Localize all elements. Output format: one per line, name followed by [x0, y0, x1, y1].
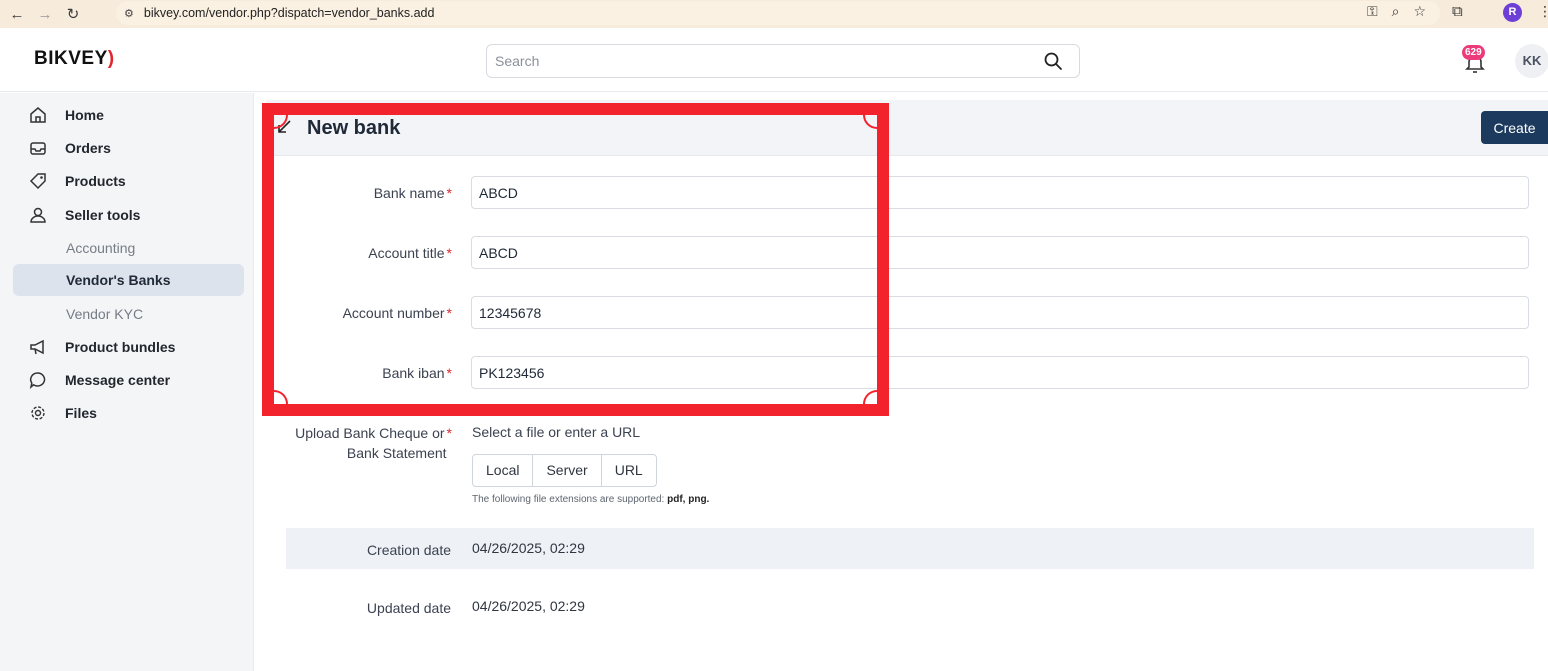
browser-toolbar: ← → ↻ ⚙ bikvey.com/vendor.php?dispatch=v…: [0, 0, 1548, 28]
home-icon: [29, 106, 51, 124]
zoom-icon[interactable]: ⌕: [1392, 3, 1400, 20]
sidebar-item-accounting[interactable]: Accounting: [13, 232, 244, 264]
sidebar-item-orders[interactable]: Orders: [13, 133, 244, 163]
search-input[interactable]: [487, 45, 1027, 77]
sidebar-item-label: Files: [65, 405, 97, 421]
annotation-corner: [274, 390, 288, 404]
bookmark-star-icon[interactable]: ☆: [1413, 3, 1426, 20]
sidebar-item-label: Product bundles: [65, 339, 176, 355]
logo[interactable]: BIKVEY): [34, 48, 115, 70]
sidebar-item-vendor-kyc[interactable]: Vendor KYC: [13, 298, 244, 330]
sidebar-item-seller-tools[interactable]: Seller tools: [13, 200, 244, 230]
upload-label: Upload Bank Cheque or* Bank Statement*: [295, 425, 452, 461]
user-icon: [29, 206, 51, 224]
extensions-icon[interactable]: ⧉: [1452, 3, 1463, 20]
sidebar-item-label: Seller tools: [65, 207, 141, 223]
reload-icon[interactable]: ↻: [62, 5, 84, 23]
search-box: [486, 44, 1080, 78]
upload-source-group: Local Server URL: [472, 454, 657, 487]
chat-icon: [29, 371, 51, 389]
sidebar-item-message-center[interactable]: Message center: [13, 365, 244, 395]
password-key-icon[interactable]: ⚿: [1367, 3, 1378, 20]
updated-date-value: 04/26/2025, 02:29: [472, 598, 585, 614]
sidebar-item-label: Orders: [65, 140, 111, 156]
highlight-annotation: [262, 103, 889, 416]
creation-date-value: 04/26/2025, 02:29: [472, 540, 585, 556]
gear-icon: [29, 404, 51, 422]
file-extensions-note: The following file extensions are suppor…: [472, 494, 710, 505]
sidebar-item-vendors-banks[interactable]: Vendor's Banks: [13, 264, 244, 296]
create-button[interactable]: Create: [1481, 111, 1548, 144]
upload-server-button[interactable]: Server: [533, 455, 602, 486]
browser-menu-icon[interactable]: ⋮: [1538, 3, 1548, 20]
search-icon[interactable]: [1043, 51, 1063, 71]
sidebar-item-label: Message center: [65, 372, 171, 388]
inbox-icon: [29, 139, 51, 157]
forward-arrow-icon[interactable]: →: [34, 6, 56, 23]
sidebar-item-label: Products: [65, 173, 126, 189]
notification-badge: 629: [1462, 45, 1485, 60]
sidebar-item-home[interactable]: Home: [13, 100, 244, 130]
upload-url-button[interactable]: URL: [602, 455, 656, 486]
tag-icon: [29, 172, 51, 190]
app-header: BIKVEY) 629 KK: [0, 28, 1548, 92]
address-bar[interactable]: ⚙ bikvey.com/vendor.php?dispatch=vendor_…: [116, 1, 1440, 25]
user-avatar[interactable]: KK: [1515, 44, 1548, 78]
upload-local-button[interactable]: Local: [473, 455, 534, 486]
back-arrow-icon[interactable]: ←: [6, 6, 28, 23]
creation-date-label: Creation date: [366, 542, 451, 558]
annotation-corner: [863, 115, 877, 129]
sidebar-item-label: Home: [65, 107, 104, 123]
url-text: bikvey.com/vendor.php?dispatch=vendor_ba…: [143, 6, 435, 20]
profile-avatar[interactable]: R: [1503, 3, 1522, 22]
site-settings-icon[interactable]: ⚙: [124, 7, 134, 20]
megaphone-icon: [29, 338, 51, 356]
annotation-corner: [863, 390, 877, 404]
updated-date-label: Updated date: [366, 600, 451, 616]
sidebar-item-files[interactable]: Files: [13, 398, 244, 428]
sidebar-item-product-bundles[interactable]: Product bundles: [13, 332, 244, 362]
sidebar-item-products[interactable]: Products: [13, 166, 244, 196]
annotation-corner: [274, 115, 288, 129]
upload-hint: Select a file or enter a URL: [472, 424, 641, 440]
